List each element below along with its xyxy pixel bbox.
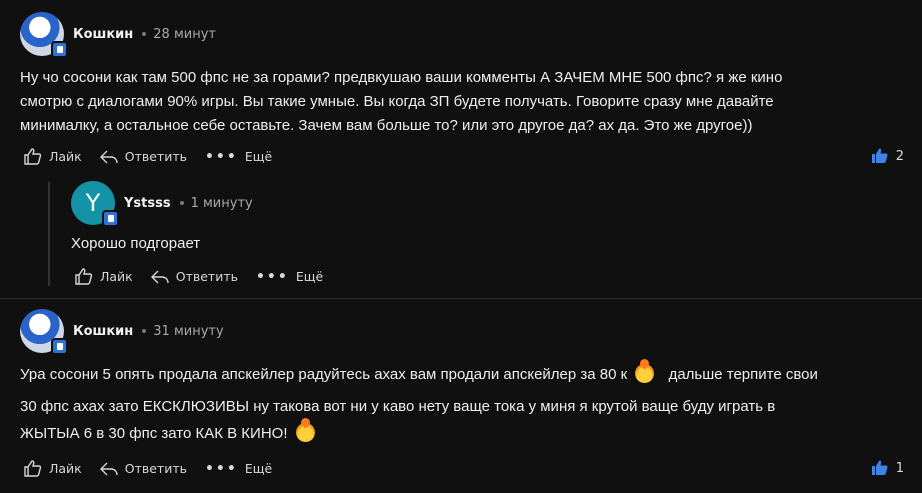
comment-header: Кошкин 28 минут: [20, 12, 216, 58]
more-label: Ещё: [244, 461, 273, 476]
thumbs-up-icon: [24, 148, 42, 165]
thumbs-up-icon: [24, 460, 42, 477]
comment-text-part: дальше терпите свои: [668, 366, 818, 383]
likes-counter[interactable]: 1: [871, 460, 904, 476]
reply-arrow-icon: [99, 150, 118, 163]
thumbs-up-icon: [75, 268, 93, 285]
reply-label: Ответить: [175, 269, 238, 284]
comment-text-part: ЖЫТЫА 6 в 30 фпс зато КАК В КИНО!: [20, 425, 288, 442]
comment-line: Ну чо сосони как там 500 фпс не за горам…: [20, 69, 783, 86]
comment-actions: Лайк Ответить ••• Ещё: [75, 268, 341, 285]
timestamp: 1 минуту: [190, 195, 253, 211]
reply-arrow-icon: [99, 462, 118, 475]
avatar[interactable]: [20, 309, 68, 355]
comment-actions: Лайк Ответить ••• Ещё: [24, 148, 290, 165]
like-button[interactable]: Лайк: [24, 460, 82, 477]
comment-line: Ура сосони 5 опять продала апскейлер рад…: [20, 363, 818, 387]
separator-dot: [179, 201, 184, 205]
more-dots-icon: •••: [204, 148, 238, 165]
author-name[interactable]: Кошкин: [73, 27, 133, 42]
likes-count: 1: [895, 460, 904, 476]
comment-line: ЖЫТЫА 6 в 30 фпс зато КАК В КИНО!: [20, 422, 818, 446]
timestamp: 31 минуту: [153, 323, 224, 339]
reply-button[interactable]: Ответить: [99, 461, 187, 476]
comment-actions: Лайк Ответить ••• Ещё: [24, 460, 290, 477]
reply-button[interactable]: Ответить: [150, 269, 238, 284]
more-button[interactable]: ••• Ещё: [256, 269, 323, 285]
avatar[interactable]: Y: [71, 181, 119, 227]
more-button[interactable]: ••• Ещё: [205, 149, 272, 165]
more-label: Ещё: [295, 269, 324, 284]
like-button[interactable]: Лайк: [24, 148, 82, 165]
thread-line: [48, 182, 50, 286]
likes-counter[interactable]: 2: [871, 148, 904, 164]
comment-header: Y Ystsss 1 минуту: [71, 181, 253, 227]
thumbs-up-filled-icon: [871, 148, 888, 163]
reply-arrow-icon: [150, 270, 169, 283]
comment-text-part: Ура сосони 5 опять продала апскейлер рад…: [20, 366, 628, 383]
fire-emoji-icon: [295, 423, 315, 442]
comment-text: Ну чо сосони как там 500 фпс не за горам…: [20, 66, 782, 138]
comment-header: Кошкин 31 минуту: [20, 309, 224, 355]
reply-button[interactable]: Ответить: [99, 149, 187, 164]
timestamp: 28 минут: [153, 26, 216, 42]
avatar[interactable]: [20, 12, 68, 58]
comments-feed: Кошкин 28 минут Ну чо сосони как там 500…: [0, 0, 922, 493]
comment-text: Ура сосони 5 опять продала апскейлер рад…: [20, 363, 818, 446]
like-label: Лайк: [49, 461, 82, 476]
more-dots-icon: •••: [255, 268, 289, 285]
more-label: Ещё: [244, 149, 273, 164]
verified-badge-icon: [102, 210, 119, 227]
divider: [0, 298, 922, 299]
like-label: Лайк: [100, 269, 133, 284]
likes-count: 2: [895, 148, 904, 164]
author-name[interactable]: Ystsss: [124, 196, 171, 211]
comment-line: минималку, а остальное себе оставьте. За…: [20, 117, 753, 134]
like-button[interactable]: Лайк: [75, 268, 133, 285]
fire-emoji-icon: [635, 364, 655, 383]
more-dots-icon: •••: [204, 460, 238, 477]
separator-dot: [142, 329, 147, 333]
comment-line: 30 фпс ахах зато ЕКСКЛЮЗИВЫ ну такова во…: [20, 398, 776, 415]
verified-badge-icon: [51, 338, 68, 355]
comment-text: Хорошо подгорает: [71, 235, 201, 252]
thumbs-up-filled-icon: [871, 460, 888, 475]
author-name[interactable]: Кошкин: [73, 324, 133, 339]
reply-label: Ответить: [124, 461, 187, 476]
reply-label: Ответить: [124, 149, 187, 164]
comment-line: смотрю с диалогами 90% игры. Вы такие ум…: [20, 93, 774, 110]
verified-badge-icon: [51, 41, 68, 58]
like-label: Лайк: [49, 149, 82, 164]
more-button[interactable]: ••• Ещё: [205, 461, 272, 477]
separator-dot: [142, 32, 147, 36]
